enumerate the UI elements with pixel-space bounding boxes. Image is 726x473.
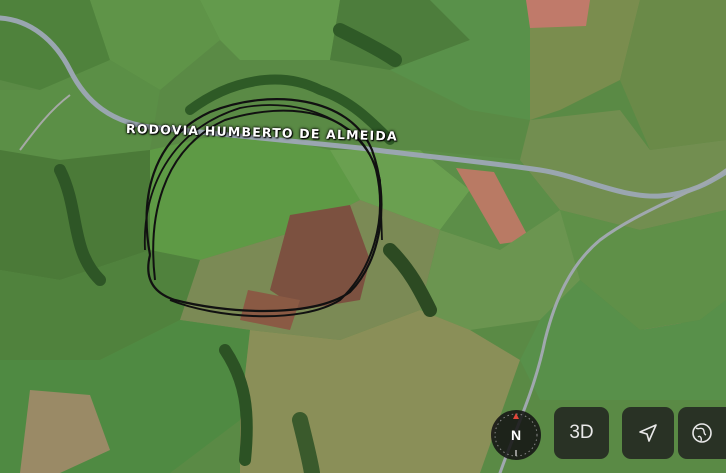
location-button[interactable] xyxy=(622,407,674,459)
compass-north-label: N xyxy=(510,427,522,443)
globe-button[interactable] xyxy=(678,407,726,459)
satellite-imagery xyxy=(0,0,726,473)
3d-toggle-button[interactable]: 3D xyxy=(554,407,609,459)
satellite-map[interactable]: RODOVIA HUMBERTO DE ALMEIDA N 3D xyxy=(0,0,726,473)
compass-button[interactable]: N xyxy=(491,410,541,460)
location-arrow-icon xyxy=(639,424,657,442)
globe-icon xyxy=(692,423,712,443)
